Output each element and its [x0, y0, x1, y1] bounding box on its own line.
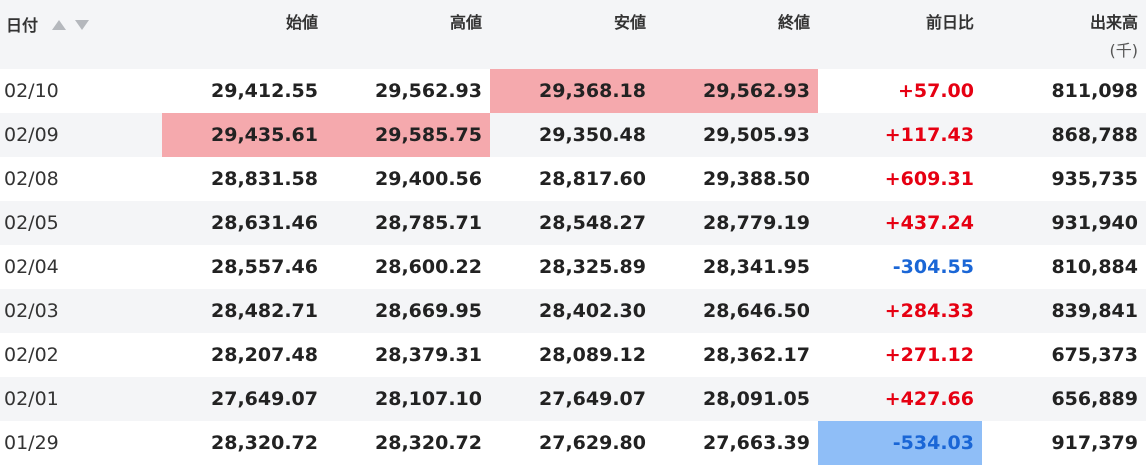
cell-date: 02/02 [4, 344, 59, 366]
column-header-low: 安値 [490, 0, 654, 69]
cell-volume: 935,735 [1051, 168, 1138, 190]
cell-open: 28,831.58 [211, 168, 318, 190]
cell-low: 28,817.60 [539, 168, 646, 190]
cell-low: 27,649.07 [490, 377, 654, 421]
table-row: 02/09 29,435.61 29,585.75 29,350.48 29,5… [0, 113, 1146, 157]
cell-close: 28,091.05 [654, 377, 818, 421]
column-header-date: 日付 [0, 0, 162, 69]
cell-high: 28,669.95 [326, 289, 490, 333]
cell-close: 29,562.93 [654, 69, 818, 113]
cell-open: 28,320.72 [211, 432, 318, 454]
cell-close: 28,646.50 [654, 289, 818, 333]
cell-close: 28,779.19 [654, 201, 818, 245]
cell-date: 02/03 [0, 289, 162, 333]
cell-change: +57.00 [897, 80, 974, 102]
cell-low: 29,350.48 [490, 113, 654, 157]
cell-close: 28,362.17 [703, 344, 810, 366]
cell-change: +117.43 [818, 113, 982, 157]
cell-low: 28,548.27 [490, 201, 654, 245]
column-header-open: 始値 [162, 0, 326, 69]
price-history-table: 日付 始値 高値 安値 終値 前日比 出来高 (千) 02/10 29,412.… [0, 0, 1146, 465]
table-row: 01/29 28,320.72 28,320.72 27,629.80 27,6… [0, 421, 1146, 465]
cell-high: 29,562.93 [375, 80, 482, 102]
column-header-volume: 出来高 (千) [982, 0, 1146, 69]
cell-volume: 811,098 [1051, 80, 1138, 102]
cell-change: -304.55 [892, 256, 974, 278]
cell-close: 27,663.39 [703, 432, 810, 454]
cell-date: 02/05 [0, 201, 162, 245]
cell-change: -534.03 [818, 421, 982, 465]
cell-change: +271.12 [884, 344, 974, 366]
cell-volume: 868,788 [982, 113, 1146, 157]
cell-open: 28,631.46 [162, 201, 326, 245]
cell-date: 02/08 [4, 168, 59, 190]
cell-close: 28,341.95 [703, 256, 810, 278]
cell-volume: 839,841 [982, 289, 1146, 333]
cell-volume: 931,940 [982, 201, 1146, 245]
cell-volume: 675,373 [1051, 344, 1138, 366]
table-row: 02/10 29,412.55 29,562.93 29,368.18 29,5… [0, 69, 1146, 113]
sort-controls [51, 15, 94, 34]
cell-volume: 656,889 [982, 377, 1146, 421]
cell-date: 01/29 [4, 432, 59, 454]
cell-date: 02/09 [0, 113, 162, 157]
cell-low: 28,325.89 [539, 256, 646, 278]
table-row: 02/05 28,631.46 28,785.71 28,548.27 28,7… [0, 201, 1146, 245]
cell-volume: 810,884 [1051, 256, 1138, 278]
cell-high: 28,785.71 [326, 201, 490, 245]
cell-change: +437.24 [818, 201, 982, 245]
cell-high: 28,107.10 [326, 377, 490, 421]
cell-open: 27,649.07 [162, 377, 326, 421]
cell-open: 28,482.71 [162, 289, 326, 333]
cell-high: 29,400.56 [375, 168, 482, 190]
cell-open: 29,412.55 [211, 80, 318, 102]
cell-high: 28,600.22 [375, 256, 482, 278]
table-row: 02/08 28,831.58 29,400.56 28,817.60 29,3… [0, 157, 1146, 201]
cell-date: 02/01 [0, 377, 162, 421]
volume-unit: (千) [1109, 41, 1139, 60]
header-row: 日付 始値 高値 安値 終値 前日比 出来高 (千) [0, 0, 1146, 69]
cell-change: +609.31 [884, 168, 974, 190]
column-header-close: 終値 [654, 0, 818, 69]
cell-low: 28,402.30 [490, 289, 654, 333]
table-row: 02/04 28,557.46 28,600.22 28,325.89 28,3… [0, 245, 1146, 289]
cell-low: 27,629.80 [539, 432, 646, 454]
cell-close: 29,505.93 [654, 113, 818, 157]
column-header-volume-label: 出来高 [1089, 13, 1138, 32]
cell-high: 28,379.31 [375, 344, 482, 366]
cell-high: 28,320.72 [375, 432, 482, 454]
sort-descending-icon[interactable] [75, 20, 90, 30]
cell-low: 28,089.12 [539, 344, 646, 366]
sort-ascending-icon[interactable] [51, 20, 66, 30]
cell-change: +427.66 [818, 377, 982, 421]
column-header-change: 前日比 [818, 0, 982, 69]
cell-open: 28,557.46 [211, 256, 318, 278]
cell-low: 29,368.18 [490, 69, 654, 113]
cell-change: +284.33 [818, 289, 982, 333]
column-header-high: 高値 [326, 0, 490, 69]
cell-high: 29,585.75 [326, 113, 490, 157]
table-row: 02/02 28,207.48 28,379.31 28,089.12 28,3… [0, 333, 1146, 377]
table-row: 02/01 27,649.07 28,107.10 27,649.07 28,0… [0, 377, 1146, 421]
table-row: 02/03 28,482.71 28,669.95 28,402.30 28,6… [0, 289, 1146, 333]
column-header-date-label: 日付 [6, 16, 39, 35]
cell-date: 02/10 [4, 80, 59, 102]
cell-close: 29,388.50 [703, 168, 810, 190]
cell-volume: 917,379 [1051, 432, 1138, 454]
cell-date: 02/04 [4, 256, 59, 278]
cell-open: 28,207.48 [211, 344, 318, 366]
cell-open: 29,435.61 [162, 113, 326, 157]
